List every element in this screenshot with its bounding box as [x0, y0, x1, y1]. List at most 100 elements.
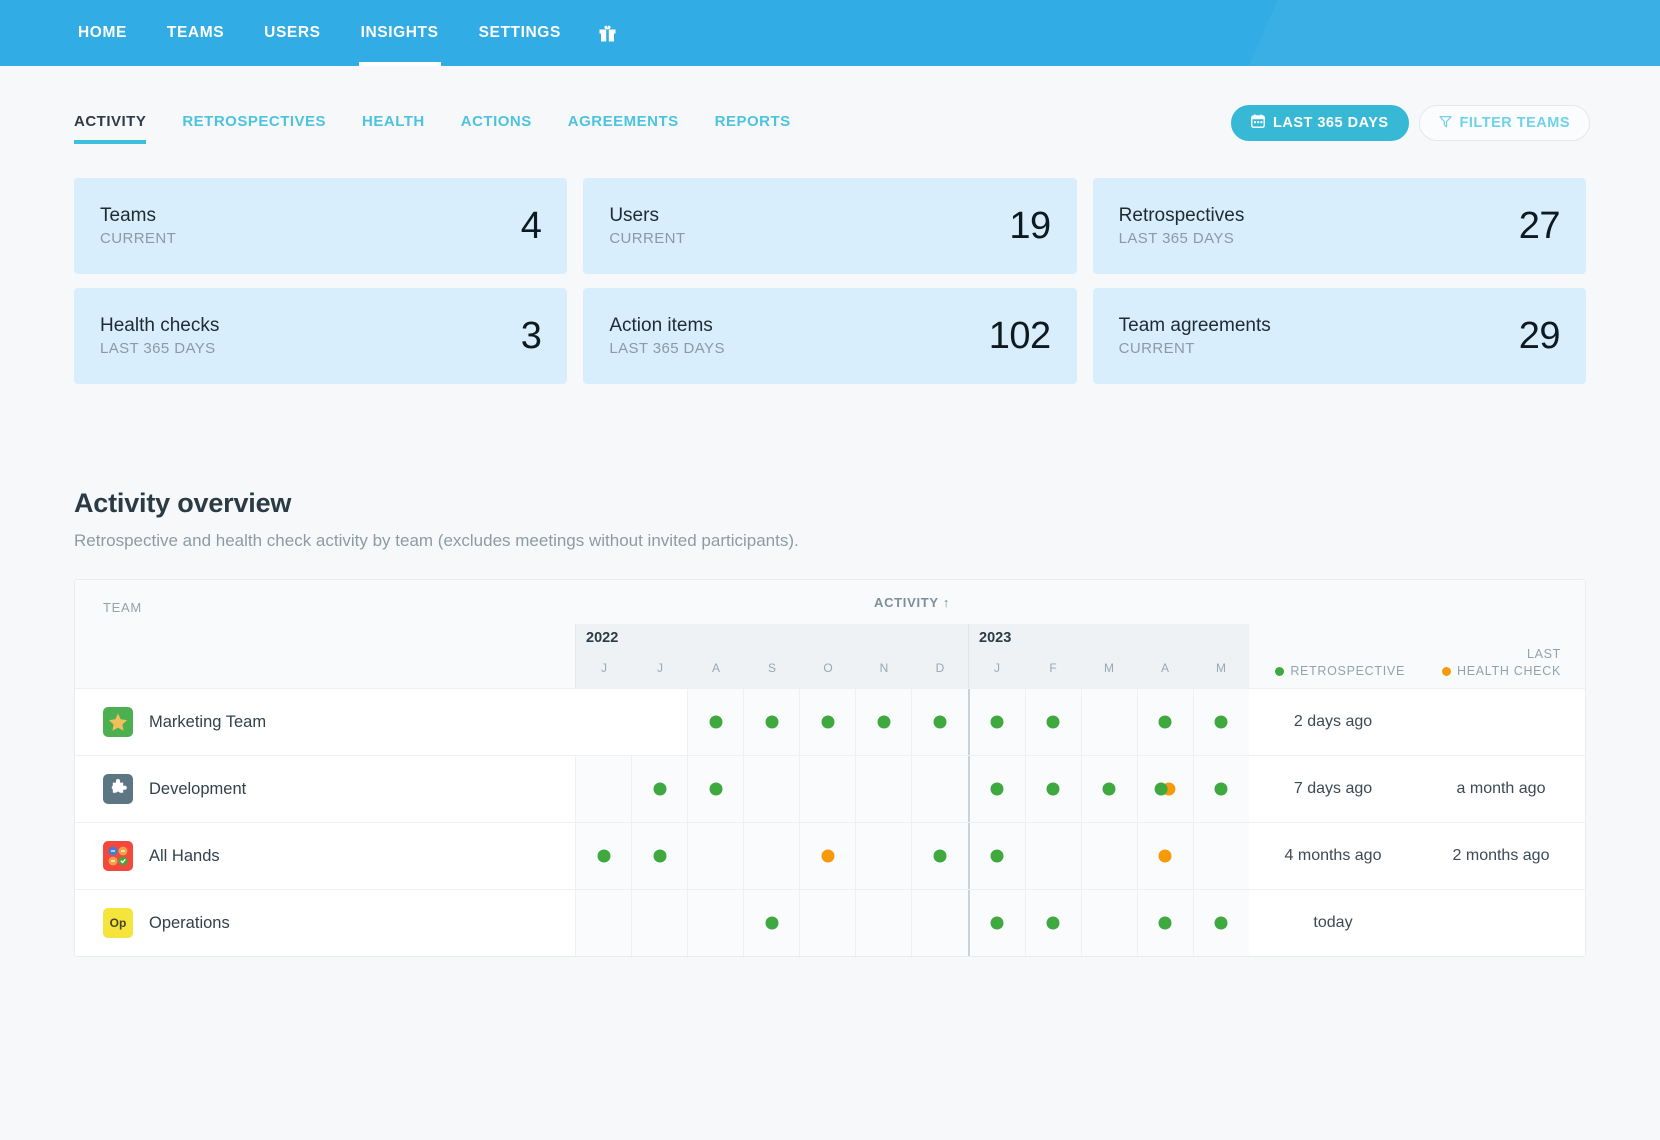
- date-range-button[interactable]: LAST 365 DAYS: [1231, 105, 1409, 141]
- health-check-dot[interactable]: [821, 850, 834, 863]
- activity-cell[interactable]: [968, 689, 1025, 755]
- tab-reports[interactable]: REPORTS: [697, 113, 809, 144]
- activity-cell[interactable]: [855, 756, 911, 822]
- activity-cell[interactable]: [855, 823, 911, 889]
- activity-cell[interactable]: [911, 689, 967, 755]
- activity-cell[interactable]: [631, 823, 687, 889]
- gift-icon[interactable]: [581, 0, 634, 66]
- activity-cell[interactable]: [1025, 823, 1081, 889]
- stat-card-retrospectives[interactable]: Retrospectives LAST 365 DAYS 27: [1093, 178, 1586, 274]
- activity-cell[interactable]: [911, 823, 967, 889]
- stat-card-action-items[interactable]: Action items LAST 365 DAYS 102: [583, 288, 1076, 384]
- activity-cell[interactable]: [799, 689, 855, 755]
- nav-item-settings[interactable]: SETTINGS: [459, 0, 581, 66]
- activity-cell[interactable]: [1081, 756, 1137, 822]
- activity-cell[interactable]: [1193, 756, 1249, 822]
- tab-health[interactable]: HEALTH: [344, 113, 443, 144]
- activity-cell[interactable]: [1137, 823, 1193, 889]
- retrospective-dot[interactable]: [991, 850, 1004, 863]
- activity-cell[interactable]: [743, 823, 799, 889]
- retrospective-dot[interactable]: [765, 917, 778, 930]
- retrospective-dot[interactable]: [821, 716, 834, 729]
- activity-cell[interactable]: [743, 890, 799, 956]
- activity-cell[interactable]: [1081, 823, 1137, 889]
- health-check-dot[interactable]: [1159, 850, 1172, 863]
- nav-item-teams[interactable]: TEAMS: [147, 0, 244, 66]
- column-header-activity[interactable]: ACTIVITY ↑: [575, 580, 1249, 624]
- retrospective-dot[interactable]: [934, 716, 947, 729]
- retrospective-dot[interactable]: [991, 917, 1004, 930]
- retrospective-dot[interactable]: [934, 850, 947, 863]
- retrospective-dot[interactable]: [1103, 783, 1116, 796]
- activity-cell[interactable]: [855, 689, 911, 755]
- activity-cell[interactable]: [968, 823, 1025, 889]
- stat-card-users[interactable]: Users CURRENT 19: [583, 178, 1076, 274]
- stat-card-teams[interactable]: Teams CURRENT 4: [74, 178, 567, 274]
- activity-cell[interactable]: [799, 890, 855, 956]
- activity-cell[interactable]: [575, 890, 631, 956]
- table-row[interactable]: OpOperationstoday: [75, 889, 1585, 956]
- retrospective-dot[interactable]: [1047, 716, 1060, 729]
- activity-cell[interactable]: [855, 890, 911, 956]
- activity-cell[interactable]: [687, 689, 743, 755]
- activity-cell[interactable]: [1193, 689, 1249, 755]
- retrospective-dot[interactable]: [1159, 716, 1172, 729]
- activity-cell[interactable]: [1025, 756, 1081, 822]
- activity-cell[interactable]: [911, 890, 967, 956]
- activity-cell[interactable]: [1137, 689, 1193, 755]
- nav-item-users[interactable]: USERS: [244, 0, 340, 66]
- retrospective-dot[interactable]: [1215, 917, 1228, 930]
- retrospective-dot[interactable]: [1047, 917, 1060, 930]
- activity-cell[interactable]: [575, 689, 631, 755]
- activity-cell[interactable]: [1193, 890, 1249, 956]
- stat-card-team-agreements[interactable]: Team agreements CURRENT 29: [1093, 288, 1586, 384]
- tab-actions[interactable]: ACTIONS: [443, 113, 550, 144]
- activity-cell[interactable]: [743, 756, 799, 822]
- activity-cell[interactable]: [1137, 890, 1193, 956]
- tab-activity[interactable]: ACTIVITY: [74, 113, 164, 144]
- activity-cell[interactable]: [575, 823, 631, 889]
- retrospective-dot[interactable]: [709, 783, 722, 796]
- nav-item-home[interactable]: HOME: [58, 0, 147, 66]
- retrospective-dot[interactable]: [877, 716, 890, 729]
- activity-cell[interactable]: [799, 756, 855, 822]
- activity-cell[interactable]: [687, 756, 743, 822]
- activity-cell[interactable]: [575, 756, 631, 822]
- retrospective-dot[interactable]: [1155, 783, 1168, 796]
- table-row[interactable]: All Hands4 months ago2 months ago: [75, 822, 1585, 889]
- retrospective-dot[interactable]: [709, 716, 722, 729]
- activity-cell[interactable]: [687, 823, 743, 889]
- nav-item-insights[interactable]: INSIGHTS: [341, 0, 459, 66]
- activity-cell[interactable]: [799, 823, 855, 889]
- activity-cell[interactable]: [1081, 890, 1137, 956]
- filter-teams-button[interactable]: FILTER TEAMS: [1419, 105, 1590, 141]
- stat-card-health-checks[interactable]: Health checks LAST 365 DAYS 3: [74, 288, 567, 384]
- activity-cell[interactable]: [1081, 689, 1137, 755]
- retrospective-dot[interactable]: [653, 850, 666, 863]
- table-row[interactable]: Development7 days agoa month ago: [75, 755, 1585, 822]
- retrospective-dot[interactable]: [991, 716, 1004, 729]
- activity-cell[interactable]: [911, 756, 967, 822]
- activity-cell[interactable]: [1025, 890, 1081, 956]
- activity-cell[interactable]: [968, 890, 1025, 956]
- retrospective-dot[interactable]: [1215, 783, 1228, 796]
- activity-cell[interactable]: [631, 689, 687, 755]
- activity-cell[interactable]: [1025, 689, 1081, 755]
- activity-cell[interactable]: [631, 756, 687, 822]
- retrospective-dot[interactable]: [597, 850, 610, 863]
- retrospective-dot[interactable]: [653, 783, 666, 796]
- retrospective-dot[interactable]: [991, 783, 1004, 796]
- retrospective-dot[interactable]: [1215, 716, 1228, 729]
- retrospective-dot[interactable]: [1047, 783, 1060, 796]
- activity-cell[interactable]: [687, 890, 743, 956]
- activity-cell[interactable]: [743, 689, 799, 755]
- retrospective-dot[interactable]: [765, 716, 778, 729]
- activity-cell[interactable]: [631, 890, 687, 956]
- activity-cell[interactable]: [968, 756, 1025, 822]
- table-row[interactable]: Marketing Team2 days ago: [75, 688, 1585, 755]
- tab-agreements[interactable]: AGREEMENTS: [550, 113, 697, 144]
- retrospective-dot[interactable]: [1159, 917, 1172, 930]
- activity-cell[interactable]: [1193, 823, 1249, 889]
- activity-cell[interactable]: [1137, 756, 1193, 822]
- tab-retrospectives[interactable]: RETROSPECTIVES: [164, 113, 344, 144]
